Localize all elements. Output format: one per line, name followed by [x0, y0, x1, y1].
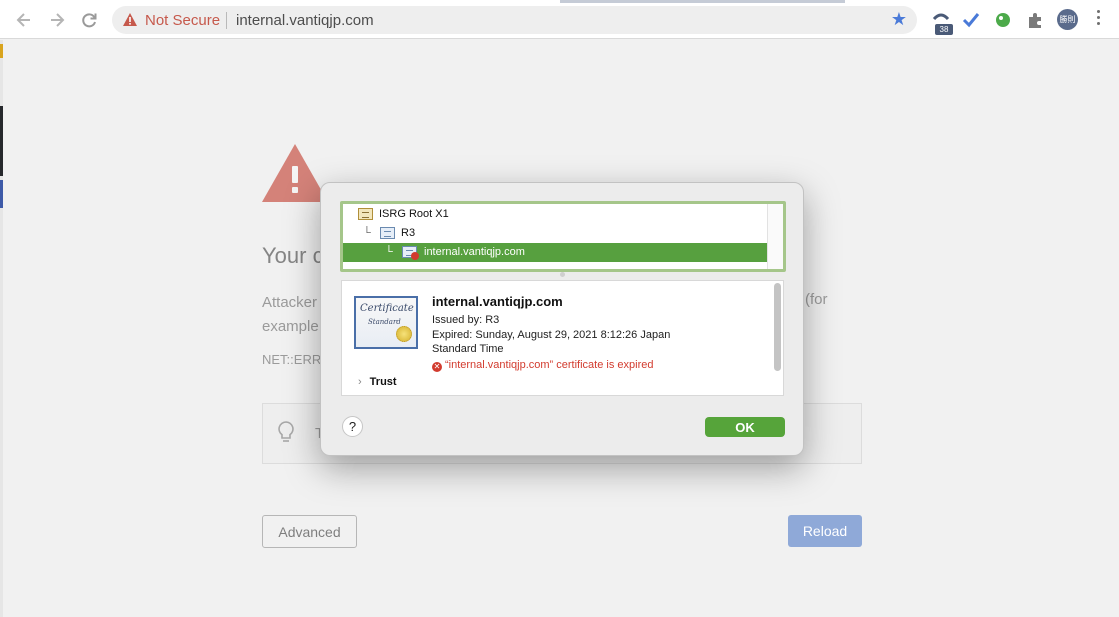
certificate-error: ✕ “internal.vantiqjp.com” certificate is …	[432, 359, 654, 372]
warning-triangle-icon	[262, 144, 328, 202]
chain-item-root[interactable]: ISRG Root X1	[343, 205, 769, 224]
trust-disclosure[interactable]: › Trust	[358, 376, 397, 388]
reload-button[interactable]: Reload	[788, 515, 862, 547]
browser-toolbar: Not Secure internal.vantiqjp.com ★ 38 勝則	[0, 0, 1119, 39]
checkmark-extension-icon[interactable]	[961, 10, 981, 30]
address-bar[interactable]: Not Secure internal.vantiqjp.com ★	[112, 6, 917, 34]
chain-item-leaf[interactable]: └ internal.vantiqjp.com	[343, 243, 769, 262]
certificate-name: internal.vantiqjp.com	[432, 294, 563, 309]
forward-arrow-icon[interactable]	[46, 9, 68, 31]
error-circle-icon: ✕	[432, 362, 442, 372]
url-text[interactable]: internal.vantiqjp.com	[236, 12, 374, 29]
advanced-button[interactable]: Advanced	[262, 515, 357, 548]
certificate-image-icon: Certificate Standard	[354, 296, 418, 349]
loading-progress-bar	[560, 0, 845, 3]
issued-by: Issued by: R3	[432, 314, 500, 326]
help-button[interactable]: ?	[342, 416, 363, 437]
certificate-icon	[358, 208, 373, 220]
lightbulb-icon	[278, 421, 294, 449]
reload-icon[interactable]	[78, 9, 100, 31]
error-description-tail: (for	[805, 291, 828, 308]
details-scrollbar[interactable]	[774, 283, 781, 371]
bookmark-star-icon[interactable]: ★	[891, 9, 907, 30]
profile-avatar[interactable]: 勝則	[1057, 9, 1078, 30]
certificate-icon	[380, 227, 395, 239]
ok-button[interactable]: OK	[705, 417, 785, 437]
certificate-dialog: ISRG Root X1 └ R3 └ internal.vantiqjp.co…	[320, 182, 804, 456]
error-code[interactable]: NET::ERR_	[262, 352, 328, 367]
certificate-details: Certificate Standard internal.vantiqjp.c…	[341, 280, 784, 396]
evernote-icon[interactable]	[993, 10, 1013, 30]
certificate-chain-list[interactable]: ISRG Root X1 └ R3 └ internal.vantiqjp.co…	[340, 201, 786, 272]
extension-badge: 38	[935, 24, 953, 35]
not-secure-label[interactable]: Not Secure	[145, 12, 220, 29]
address-divider	[226, 12, 227, 29]
left-edge-window-sliver	[0, 40, 3, 617]
back-arrow-icon[interactable]	[13, 9, 35, 31]
error-description: Attacker example	[262, 294, 319, 335]
expiry-date-cont: Standard Time	[432, 343, 504, 355]
chain-item-intermediate[interactable]: └ R3	[343, 224, 769, 243]
invalid-badge-icon	[411, 252, 419, 260]
warning-triangle-icon[interactable]	[122, 12, 138, 27]
chain-scrollbar[interactable]	[767, 204, 783, 269]
puzzle-extensions-icon[interactable]	[1025, 10, 1045, 30]
tree-branch-icon: └	[363, 227, 371, 239]
expiry-date: Expired: Sunday, August 29, 2021 8:12:26…	[432, 329, 671, 341]
menu-dots-icon[interactable]	[1097, 10, 1101, 28]
tree-branch-icon: └	[385, 246, 393, 258]
error-title: Your c	[262, 243, 324, 268]
chevron-right-icon[interactable]: ›	[358, 376, 362, 388]
split-resize-handle[interactable]	[560, 272, 565, 277]
